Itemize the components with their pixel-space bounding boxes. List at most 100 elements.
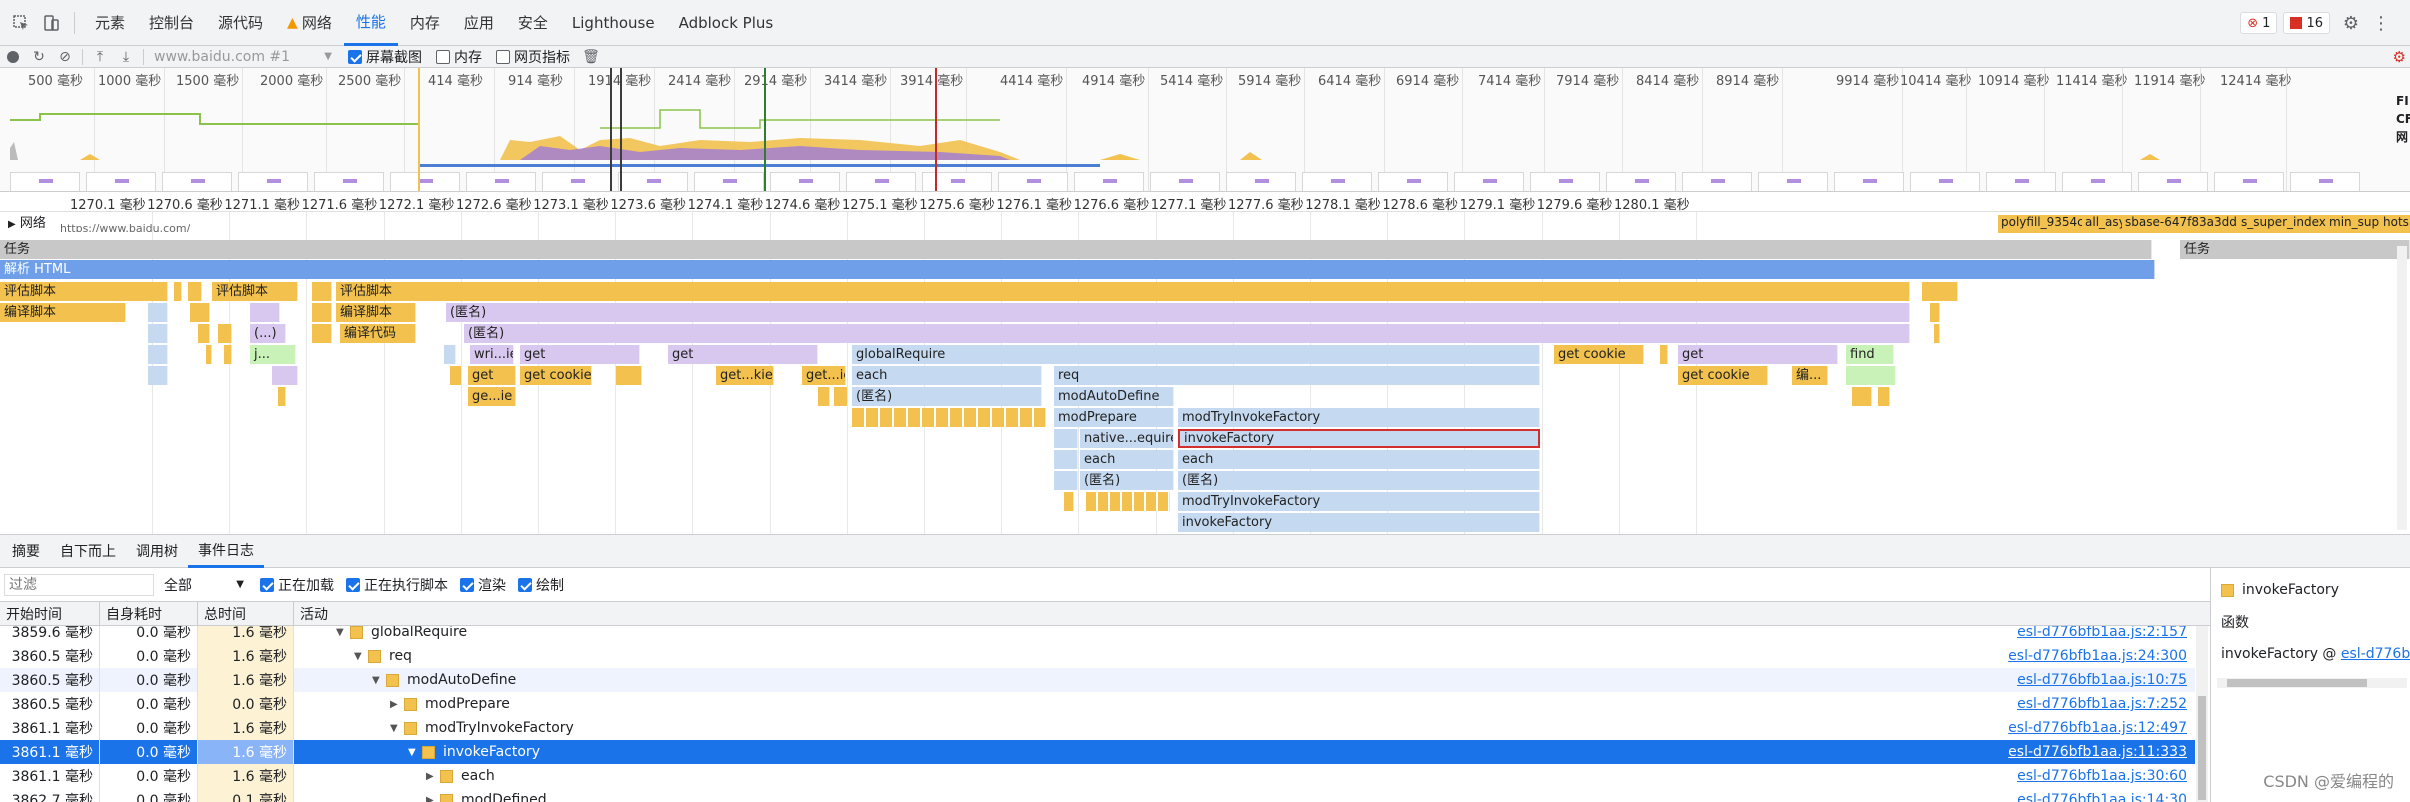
screenshot-thumbnail[interactable] xyxy=(466,172,536,191)
download-icon[interactable]: ⤓ xyxy=(113,46,139,68)
screenshot-thumbnail[interactable] xyxy=(1530,172,1600,191)
expand-right-icon[interactable]: ▶ xyxy=(426,771,440,782)
screenshot-thumbnail[interactable] xyxy=(922,172,992,191)
function-blocks-cluster[interactable] xyxy=(852,408,1046,427)
tab-call-tree[interactable]: 调用树 xyxy=(126,534,188,568)
table-row[interactable]: 3860.5 毫秒 0.0 毫秒 1.6 毫秒 ▼ modAutoDefine esl-d… xyxy=(0,668,2195,692)
each-block[interactable]: each xyxy=(1080,450,1174,469)
function-block[interactable] xyxy=(818,387,830,406)
function-block[interactable] xyxy=(224,345,232,364)
eval-script-block[interactable]: 评估脚本 xyxy=(0,282,168,301)
function-block[interactable] xyxy=(444,345,456,364)
function-block[interactable] xyxy=(148,303,168,322)
tab-network[interactable]: ▲ 网络 xyxy=(275,0,344,46)
screenshot-thumbnail[interactable] xyxy=(1454,172,1524,191)
profile-select[interactable]: www.baidu.com #1 ▼ xyxy=(148,49,338,65)
loading-checkbox[interactable]: 正在加载 xyxy=(260,575,334,595)
function-block[interactable] xyxy=(450,366,462,385)
table-row[interactable]: 3861.1 毫秒 0.0 毫秒 1.6 毫秒 ▶ each esl-d776bfb1aa… xyxy=(0,764,2195,788)
scripting-checkbox[interactable]: 正在执行脚本 xyxy=(346,575,448,595)
function-block[interactable]: j... xyxy=(250,345,296,364)
screenshot-thumbnail[interactable] xyxy=(998,172,1068,191)
get-function-block[interactable]: get xyxy=(668,345,818,364)
get-function-block[interactable]: get xyxy=(1678,345,1838,364)
get-cookie-block[interactable]: get...ie xyxy=(802,366,846,385)
screenshot-thumbnail[interactable] xyxy=(2214,172,2284,191)
expand-down-icon[interactable]: ▼ xyxy=(336,627,350,638)
invoke-factory-block[interactable]: invokeFactory xyxy=(1178,513,1540,532)
screenshot-thumbnail[interactable] xyxy=(238,172,308,191)
flame-chart[interactable]: ▶ 网络 https://www.baidu.com/ polyfill_935… xyxy=(0,212,2410,534)
source-link[interactable]: esl-d776bfb xyxy=(2341,646,2410,662)
function-block[interactable] xyxy=(148,345,168,364)
memory-checkbox[interactable]: 内存 xyxy=(436,47,482,67)
eval-script-block[interactable]: 评估脚本 xyxy=(212,282,298,301)
trash-icon[interactable]: 🗑 xyxy=(578,46,604,68)
network-request[interactable]: hots xyxy=(2380,215,2410,233)
function-block[interactable] xyxy=(206,345,212,364)
screenshot-thumbnail[interactable] xyxy=(846,172,916,191)
function-block[interactable] xyxy=(1846,366,1896,385)
eval-script-block[interactable] xyxy=(188,282,202,301)
rendering-checkbox[interactable]: 渲染 xyxy=(460,575,506,595)
eval-script-block[interactable] xyxy=(1922,282,1958,301)
function-block[interactable] xyxy=(834,387,848,406)
network-request[interactable]: all_async xyxy=(2082,215,2122,233)
screenshot-thumbnail[interactable] xyxy=(770,172,840,191)
anonymous-function-block[interactable]: (匿名) xyxy=(446,303,1910,322)
screenshot-thumbnail[interactable] xyxy=(1682,172,1752,191)
painting-checkbox[interactable]: 绘制 xyxy=(518,575,564,595)
screenshot-thumbnail[interactable] xyxy=(1834,172,1904,191)
each-block[interactable]: each xyxy=(852,366,1042,385)
table-row[interactable]: 3862.7 毫秒 0.0 毫秒 0.1 毫秒 ▶ modDefined esl-d776… xyxy=(0,788,2195,802)
screenshot-thumbnail[interactable] xyxy=(86,172,156,191)
tab-application[interactable]: 应用 xyxy=(452,0,506,46)
screenshot-thumbnail[interactable] xyxy=(314,172,384,191)
category-select[interactable]: 全部 ▼ xyxy=(164,575,248,595)
tab-summary[interactable]: 摘要 xyxy=(2,534,50,568)
device-toolbar-icon[interactable] xyxy=(36,8,66,38)
function-block[interactable]: 编... xyxy=(1792,366,1828,385)
function-block[interactable] xyxy=(1852,387,1872,406)
flame-scrollbar-track[interactable] xyxy=(2397,246,2407,530)
function-block[interactable]: ge...ie xyxy=(468,387,516,406)
network-request[interactable]: s_super_index- xyxy=(2238,215,2326,233)
tab-memory[interactable]: 内存 xyxy=(398,0,452,46)
get-cookie-block[interactable]: get cookie xyxy=(1678,366,1768,385)
network-request[interactable]: min_sup xyxy=(2326,215,2380,233)
screenshot-thumbnail[interactable] xyxy=(10,172,80,191)
anonymous-function-block[interactable]: (匿名) xyxy=(852,387,1042,406)
clear-icon[interactable]: ⊘ xyxy=(52,46,78,68)
anonymous-function-block[interactable]: (匿名) xyxy=(464,324,1910,343)
source-link[interactable]: esl-d776bfb1aa.js:2:157 xyxy=(2017,626,2187,640)
tab-performance[interactable]: 性能 xyxy=(343,0,398,46)
expand-down-icon[interactable]: ▼ xyxy=(372,675,386,686)
function-block[interactable] xyxy=(148,366,168,385)
eval-script-block[interactable] xyxy=(312,282,332,301)
selection-handle[interactable] xyxy=(610,68,612,191)
compile-script-block[interactable]: 编译脚本 xyxy=(0,303,126,322)
screenshot-thumbnail[interactable] xyxy=(1302,172,1372,191)
get-cookie-block[interactable]: get cookie xyxy=(520,366,592,385)
error-badge[interactable]: ⊗ 1 xyxy=(2240,12,2278,34)
issues-badge[interactable]: 16 xyxy=(2283,12,2330,34)
screenshot-thumbnail[interactable] xyxy=(1910,172,1980,191)
mod-auto-define-block[interactable]: modAutoDefine xyxy=(1054,387,1174,406)
screenshot-thumbnail[interactable] xyxy=(1150,172,1220,191)
task-block[interactable]: 任务 xyxy=(2180,240,2410,259)
screenshots-checkbox[interactable]: 屏幕截图 xyxy=(348,47,422,67)
function-block[interactable] xyxy=(278,387,286,406)
details-hscroll-thumb[interactable] xyxy=(2227,679,2367,687)
parse-html-block[interactable]: 解析 HTML xyxy=(0,260,2155,279)
source-link[interactable]: esl-d776bfb1aa.js:30:60 xyxy=(2017,768,2187,784)
table-row[interactable]: 3861.1 毫秒 0.0 毫秒 1.6 毫秒 ▼ invokeFactory esl-d… xyxy=(0,740,2195,764)
column-total-time[interactable]: 总时间 xyxy=(198,601,294,626)
function-block[interactable] xyxy=(1660,345,1668,364)
screenshot-thumbnail[interactable] xyxy=(694,172,764,191)
gear-icon[interactable]: ⚙ xyxy=(2336,8,2366,38)
column-activity[interactable]: 活动 xyxy=(294,602,2194,626)
get-cookie-block[interactable]: get...kie xyxy=(716,366,774,385)
webvitals-checkbox[interactable]: 网页指标 xyxy=(496,47,570,67)
get-cookie-block[interactable]: get cookie xyxy=(1554,345,1644,364)
function-block[interactable] xyxy=(250,303,280,322)
